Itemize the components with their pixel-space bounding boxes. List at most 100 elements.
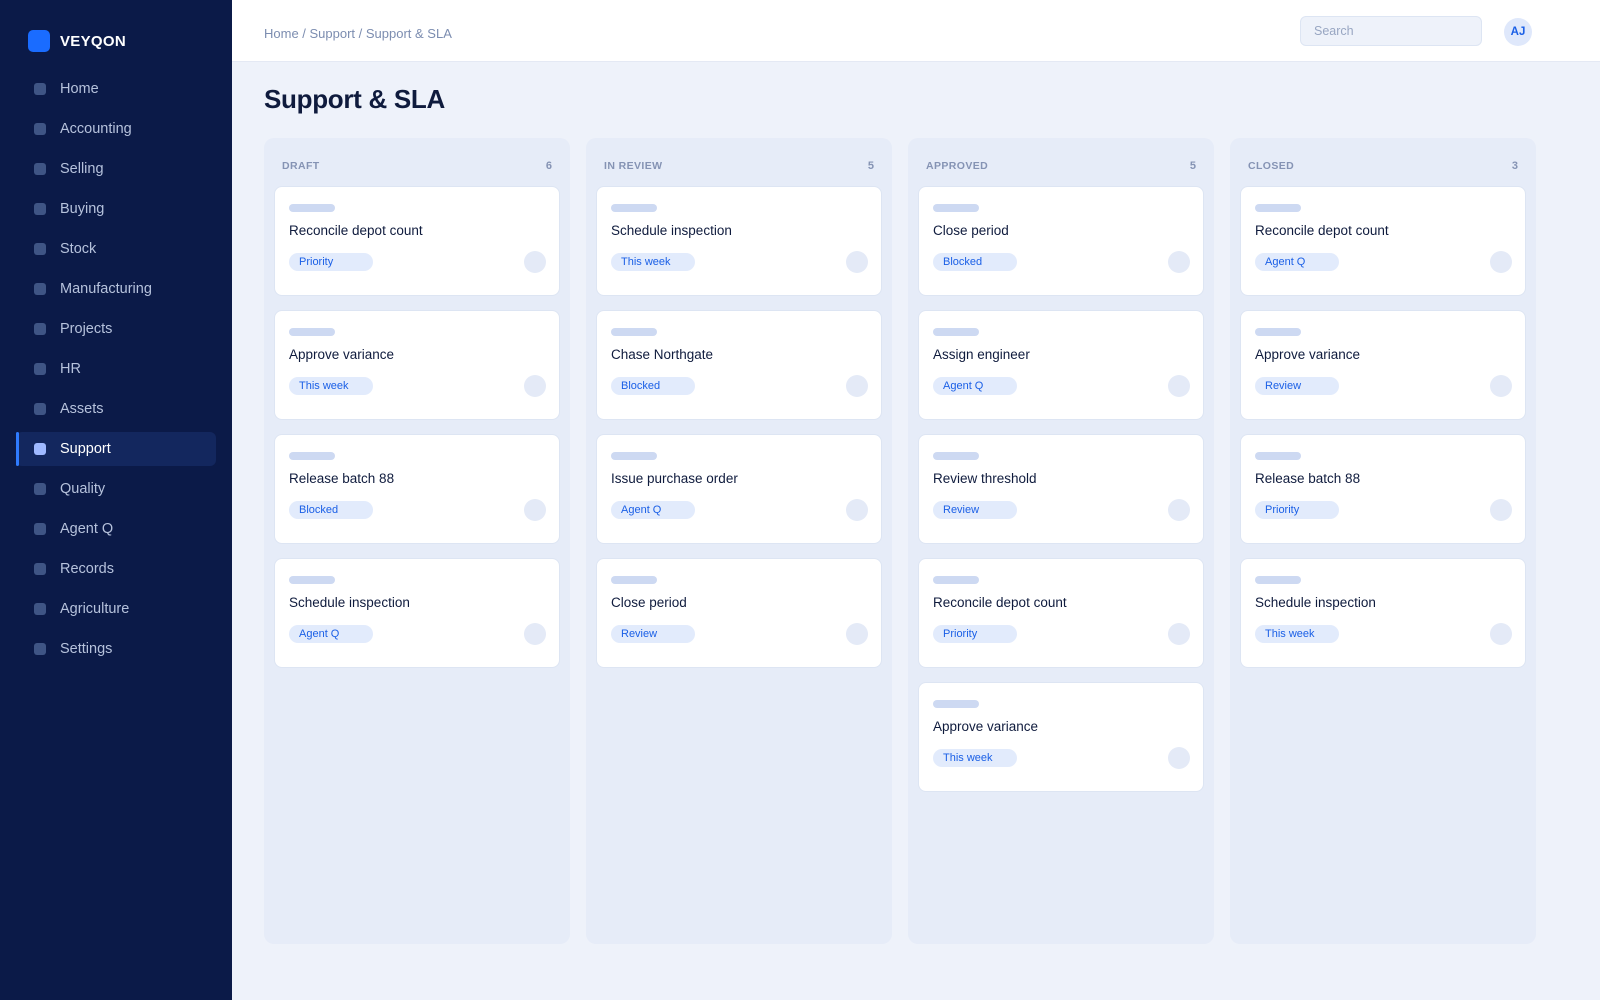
card-tag[interactable]: Agent Q <box>933 377 1017 395</box>
card-title: Schedule inspection <box>289 595 410 610</box>
card-tag[interactable]: This week <box>611 253 695 271</box>
brand-logo-icon <box>28 30 50 52</box>
card-tag[interactable]: This week <box>1255 625 1339 643</box>
card-tag[interactable]: Blocked <box>611 377 695 395</box>
column-header: CLOSED 3 <box>1240 138 1526 186</box>
card-title: Issue purchase order <box>611 471 738 486</box>
assignee-avatar-icon[interactable] <box>524 251 546 273</box>
card-tag[interactable]: Blocked <box>933 253 1017 271</box>
column-title: IN REVIEW <box>604 160 663 172</box>
card-tag[interactable]: Priority <box>1255 501 1339 519</box>
sidebar-item-quality[interactable]: Quality <box>16 472 216 506</box>
sidebar-item-label: Agriculture <box>60 601 130 617</box>
card-title: Chase Northgate <box>611 347 714 362</box>
sidebar-item-manufacturing[interactable]: Manufacturing <box>16 272 216 306</box>
card-tag[interactable]: Agent Q <box>289 625 373 643</box>
task-card[interactable]: Close period Blocked <box>918 186 1204 296</box>
search-input[interactable] <box>1300 16 1482 46</box>
sidebar-item-assets[interactable]: Assets <box>16 392 216 426</box>
nav-square-icon <box>34 283 46 295</box>
task-card[interactable]: Schedule inspection Agent Q <box>274 558 560 668</box>
assignee-avatar-icon[interactable] <box>1490 375 1512 397</box>
task-card[interactable]: Schedule inspection This week <box>596 186 882 296</box>
card-tag[interactable]: This week <box>933 749 1017 767</box>
column-title: APPROVED <box>926 160 989 172</box>
nav-square-icon <box>34 243 46 255</box>
sidebar-item-selling[interactable]: Selling <box>16 152 216 186</box>
nav-square-icon <box>34 163 46 175</box>
brand[interactable]: VEYQON <box>28 30 126 52</box>
sidebar-item-label: Selling <box>60 161 104 177</box>
card-tag[interactable]: Review <box>1255 377 1339 395</box>
card-placeholder-bar <box>933 700 979 708</box>
task-card[interactable]: Approve variance Review <box>1240 310 1526 420</box>
card-tag[interactable]: Blocked <box>289 501 373 519</box>
sidebar-item-settings[interactable]: Settings <box>16 632 216 666</box>
task-card[interactable]: Reconcile depot count Priority <box>918 558 1204 668</box>
card-tag[interactable]: This week <box>289 377 373 395</box>
task-card[interactable]: Review threshold Review <box>918 434 1204 544</box>
user-avatar[interactable]: AJ <box>1504 18 1532 46</box>
task-card[interactable]: Approve variance This week <box>918 682 1204 792</box>
assignee-avatar-icon[interactable] <box>1168 747 1190 769</box>
nav-square-icon <box>34 643 46 655</box>
nav-square-icon <box>34 123 46 135</box>
assignee-avatar-icon[interactable] <box>846 623 868 645</box>
task-card[interactable]: Schedule inspection This week <box>1240 558 1526 668</box>
assignee-avatar-icon[interactable] <box>1168 251 1190 273</box>
assignee-avatar-icon[interactable] <box>1490 499 1512 521</box>
card-placeholder-bar <box>289 204 335 212</box>
sidebar-item-agriculture[interactable]: Agriculture <box>16 592 216 626</box>
sidebar-item-accounting[interactable]: Accounting <box>16 112 216 146</box>
column-title: CLOSED <box>1248 160 1295 172</box>
sidebar-item-stock[interactable]: Stock <box>16 232 216 266</box>
card-tag[interactable]: Priority <box>933 625 1017 643</box>
assignee-avatar-icon[interactable] <box>1168 375 1190 397</box>
assignee-avatar-icon[interactable] <box>1168 499 1190 521</box>
sidebar-item-label: Projects <box>60 321 113 337</box>
card-tag[interactable]: Agent Q <box>1255 253 1339 271</box>
sidebar-nav: Home Accounting Selling Buying Stock Manufact… <box>16 72 216 672</box>
card-placeholder-bar <box>611 452 657 460</box>
sidebar-item-records[interactable]: Records <box>16 552 216 586</box>
card-placeholder-bar <box>933 452 979 460</box>
task-card[interactable]: Reconcile depot count Priority <box>274 186 560 296</box>
assignee-avatar-icon[interactable] <box>524 375 546 397</box>
assignee-avatar-icon[interactable] <box>846 251 868 273</box>
assignee-avatar-icon[interactable] <box>524 499 546 521</box>
task-card[interactable]: Close period Review <box>596 558 882 668</box>
sidebar-item-projects[interactable]: Projects <box>16 312 216 346</box>
card-tag[interactable]: Review <box>611 625 695 643</box>
sidebar-item-support[interactable]: Support <box>16 432 216 466</box>
task-card[interactable]: Assign engineer Agent Q <box>918 310 1204 420</box>
assignee-avatar-icon[interactable] <box>524 623 546 645</box>
assignee-avatar-icon[interactable] <box>846 375 868 397</box>
task-card[interactable]: Release batch 88 Blocked <box>274 434 560 544</box>
task-card[interactable]: Issue purchase order Agent Q <box>596 434 882 544</box>
card-title: Release batch 88 <box>1255 471 1361 486</box>
card-title: Schedule inspection <box>611 223 732 238</box>
column-header: APPROVED 5 <box>918 138 1204 186</box>
card-tag[interactable]: Agent Q <box>611 501 695 519</box>
task-card[interactable]: Reconcile depot count Agent Q <box>1240 186 1526 296</box>
task-card[interactable]: Approve variance This week <box>274 310 560 420</box>
assignee-avatar-icon[interactable] <box>1490 623 1512 645</box>
task-card[interactable]: Chase Northgate Blocked <box>596 310 882 420</box>
card-title: Release batch 88 <box>289 471 395 486</box>
nav-square-icon <box>34 203 46 215</box>
sidebar-item-agent-q[interactable]: Agent Q <box>16 512 216 546</box>
sidebar-item-hr[interactable]: HR <box>16 352 216 386</box>
sidebar: VEYQON Home Accounting Selling Buying Stock M… <box>0 0 232 1000</box>
assignee-avatar-icon[interactable] <box>1168 623 1190 645</box>
column-count: 6 <box>545 160 552 172</box>
card-title: Reconcile depot count <box>933 595 1067 610</box>
card-tag[interactable]: Priority <box>289 253 373 271</box>
assignee-avatar-icon[interactable] <box>1490 251 1512 273</box>
task-card[interactable]: Release batch 88 Priority <box>1240 434 1526 544</box>
sidebar-item-buying[interactable]: Buying <box>16 192 216 226</box>
breadcrumb[interactable]: Home / Support / Support & SLA <box>264 26 452 41</box>
card-tag[interactable]: Review <box>933 501 1017 519</box>
sidebar-item-home[interactable]: Home <box>16 72 216 106</box>
nav-square-icon <box>34 483 46 495</box>
assignee-avatar-icon[interactable] <box>846 499 868 521</box>
